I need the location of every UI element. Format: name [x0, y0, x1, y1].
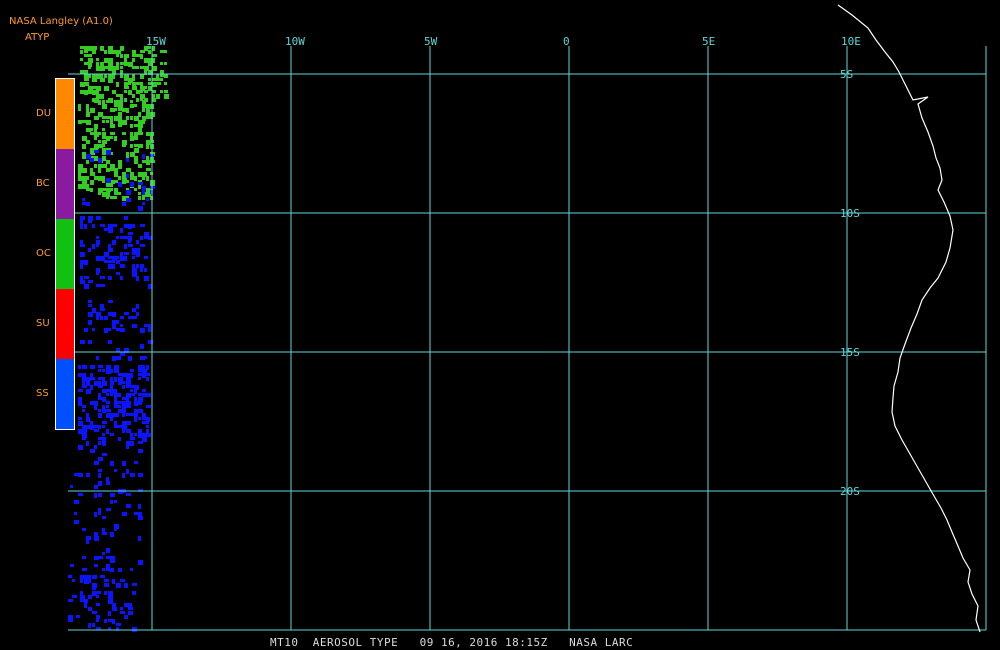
longitude-label-3: 0: [563, 35, 570, 48]
legend-label-su: SU: [36, 318, 50, 329]
legend-label-du: DU: [36, 108, 52, 119]
coastline: [837, 4, 981, 633]
aerosol-type-legend: [55, 78, 75, 430]
source-label: NASA Langley (A1.0): [9, 16, 113, 27]
legend-swatch-oc: [56, 219, 74, 289]
latitude-label-0: 5S: [840, 68, 853, 81]
legend-label-ss: SS: [36, 388, 49, 399]
latitude-label-2: 15S: [840, 346, 860, 359]
longitude-label-2: 5W: [424, 35, 438, 48]
lat-lon-grid: [68, 46, 987, 631]
aerosol-cluster-band-2: [84, 300, 151, 333]
latitude-label-1: 10S: [840, 207, 860, 220]
legend-swatch-bc: [56, 149, 74, 219]
longitude-label-1: 10W: [285, 35, 305, 48]
aerosol-cluster-band-6: [70, 500, 143, 572]
aerosol-cluster-band-3: [80, 340, 153, 361]
latitude-label-3: 20S: [840, 485, 860, 498]
latitude-labels: 5S 10S 15S 20S: [840, 68, 860, 498]
map-caption: MT10 AEROSOL TYPE 09 16, 2016 18:15Z NAS…: [270, 636, 634, 649]
legend-swatch-su: [56, 289, 74, 359]
aerosol-cluster-band-1: [80, 216, 152, 289]
legend-swatch-du: [56, 79, 74, 149]
aerosol-type-map: 15W 10W 5W 0 5E 10E 5S 10S 15S 20S: [68, 4, 987, 633]
aerosol-cluster-band-4: [78, 365, 151, 446]
aerosol-cluster-upper-2: [78, 100, 155, 201]
aerosol-cluster-band-5: [70, 445, 143, 498]
product-label: ATYP: [25, 32, 50, 43]
longitude-label-5: 10E: [841, 35, 861, 48]
aerosol-cluster-band-7: [68, 575, 137, 632]
longitude-label-4: 5E: [702, 35, 715, 48]
legend-label-oc: OC: [36, 248, 51, 259]
longitude-labels: 15W 10W 5W 0 5E 10E: [146, 35, 861, 48]
legend-label-bc: BC: [36, 178, 50, 189]
longitude-label-0: 15W: [146, 35, 166, 48]
legend-swatch-ss: [56, 359, 74, 429]
aerosol-pixels: [68, 46, 169, 632]
